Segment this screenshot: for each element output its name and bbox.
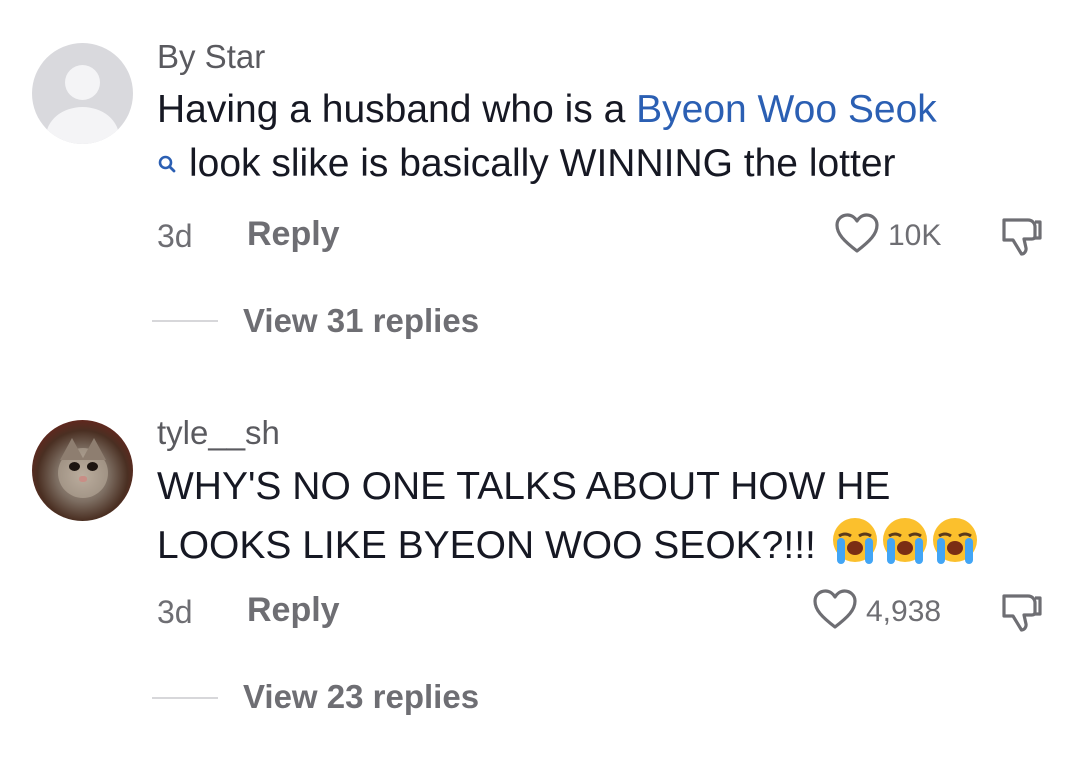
comment-2: tyle__sh WHY'S NO ONE TALKS ABOUT HOW HE… <box>0 0 1080 761</box>
like-count: 4,938 <box>866 594 942 628</box>
view-replies-button[interactable]: View 23 replies <box>243 678 479 716</box>
comment-text: WHY'S NO ONE TALKS ABOUT HOW HE LOOKS LI… <box>157 460 1037 581</box>
comment-text-line: LOOKS LIKE BYEON WOO SEOK?!!! <box>157 523 816 567</box>
comment-time: 3d <box>157 594 193 630</box>
loudly-crying-face-emoji <box>831 514 979 581</box>
reply-button[interactable]: Reply <box>247 591 340 630</box>
heart-icon[interactable] <box>812 588 858 635</box>
like-button[interactable]: 4,938 <box>812 588 941 635</box>
replies-divider <box>152 697 218 699</box>
comment-text-line: WHY'S NO ONE TALKS ABOUT HOW HE <box>157 465 891 508</box>
comment-username[interactable]: tyle__sh <box>157 414 280 452</box>
dislike-icon[interactable] <box>998 590 1044 641</box>
avatar[interactable] <box>32 420 133 521</box>
